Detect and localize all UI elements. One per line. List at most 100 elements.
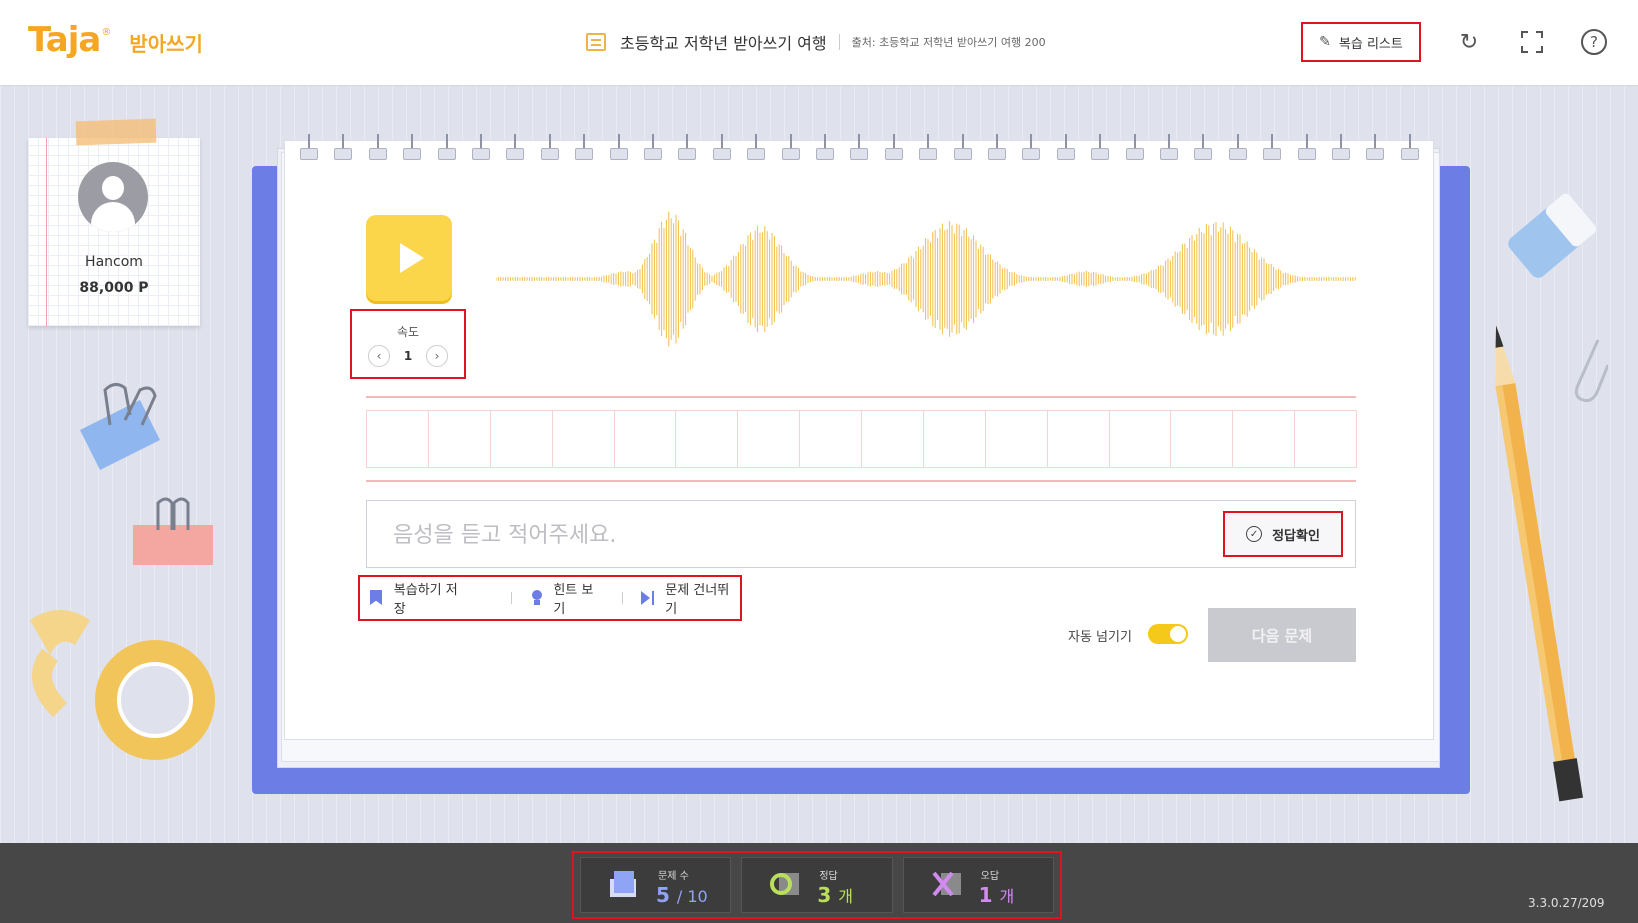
correct-value: 3 bbox=[817, 883, 832, 907]
skip-question-button[interactable]: 문제 건너뛰기 bbox=[641, 579, 740, 617]
check-answer-button[interactable]: ✓ 정답확인 bbox=[1223, 511, 1343, 557]
spiral-ring bbox=[1263, 134, 1282, 166]
logo-taja: Taja bbox=[28, 20, 101, 60]
spiral-ring bbox=[472, 134, 490, 166]
avatar bbox=[78, 162, 148, 232]
answer-cell bbox=[799, 410, 862, 468]
user-name: Hancom bbox=[85, 254, 143, 270]
review-list-label: 복습 리스트 bbox=[1338, 36, 1403, 52]
refresh-icon: ↻ bbox=[1459, 29, 1479, 55]
profile-card: Hancom 88,000 P bbox=[28, 118, 200, 326]
question-tools: 복습하기 저장 힌트 보기 문제 건너뛰기 bbox=[358, 575, 742, 621]
spiral-ring bbox=[1366, 134, 1385, 166]
answer-cell bbox=[489, 410, 553, 468]
spiral-ring bbox=[781, 134, 800, 166]
spiral-ring bbox=[1194, 134, 1213, 166]
spiral-ring bbox=[368, 134, 387, 166]
tape-decoration bbox=[75, 118, 157, 146]
answer-cell bbox=[1294, 410, 1357, 468]
spiral-ring bbox=[644, 134, 662, 166]
spiral-ring bbox=[850, 134, 869, 166]
pencil-icon bbox=[1495, 325, 1584, 802]
audio-waveform bbox=[496, 211, 1356, 347]
wrong-label: 오답 bbox=[980, 871, 1000, 882]
spiral-binding bbox=[300, 134, 1430, 168]
answer-cell bbox=[1046, 410, 1110, 468]
hint-button[interactable]: 힌트 보기 bbox=[530, 579, 605, 617]
save-review-label: 복습하기 저장 bbox=[393, 583, 458, 617]
spiral-ring bbox=[437, 134, 456, 166]
spiral-ring bbox=[747, 134, 766, 166]
spiral-ring bbox=[953, 134, 972, 166]
spiral-ring bbox=[403, 134, 422, 166]
version-label: 3.3.0.27/209 bbox=[1528, 896, 1605, 910]
spiral-ring bbox=[334, 134, 353, 166]
wrong-value: 1 bbox=[978, 883, 993, 907]
spiral-ring bbox=[1160, 134, 1178, 166]
fullscreen-button[interactable] bbox=[1518, 28, 1546, 56]
pink-binder-clip-icon bbox=[133, 497, 213, 565]
answer-cell bbox=[984, 410, 1048, 468]
check-answer-label: 정답확인 bbox=[1272, 528, 1320, 544]
answer-cell bbox=[737, 410, 801, 468]
spiral-ring bbox=[884, 134, 903, 166]
spiral-ring bbox=[540, 134, 559, 166]
blue-binder-clip-icon bbox=[80, 383, 160, 470]
document-stack-icon bbox=[610, 871, 636, 897]
auto-next-toggle[interactable] bbox=[1148, 624, 1188, 644]
bookmark-icon bbox=[370, 590, 384, 606]
review-list-button[interactable]: ✎ 복습 리스트 bbox=[1301, 22, 1421, 62]
refresh-button[interactable]: ↻ bbox=[1455, 28, 1483, 56]
spiral-ring bbox=[1400, 134, 1419, 166]
page-source: 출처: 초등학교 저학년 받아쓰기 여행 200 bbox=[851, 36, 1046, 49]
answer-input-box: ✓ 정답확인 bbox=[366, 500, 1356, 568]
answer-cell bbox=[675, 410, 739, 468]
correct-o-icon bbox=[770, 873, 800, 895]
margin-line bbox=[46, 138, 47, 326]
app-header: Taja ® 받아쓰기 초등학교 저학년 받아쓰기 여행 출처: 초등학교 저학… bbox=[0, 0, 1638, 86]
speed-increase-button[interactable]: › bbox=[426, 345, 448, 367]
logo-registered-mark: ® bbox=[101, 27, 112, 38]
answer-cell bbox=[366, 410, 429, 468]
eraser-icon bbox=[1508, 193, 1597, 278]
question-count-stat: 문제 수 5 / 10 bbox=[580, 857, 732, 913]
correct-stat: 정답 3 개 bbox=[741, 857, 893, 913]
toggle-knob bbox=[1170, 626, 1186, 642]
spiral-ring bbox=[1091, 134, 1110, 166]
question-current: 5 bbox=[656, 883, 670, 907]
answer-cell bbox=[1170, 410, 1234, 468]
wrong-unit: 개 bbox=[999, 887, 1015, 906]
spiral-ring bbox=[919, 134, 938, 166]
spiral-ring bbox=[575, 134, 594, 166]
app-name: 받아쓰기 bbox=[129, 32, 203, 56]
next-question-button[interactable]: 다음 문제 bbox=[1208, 608, 1356, 662]
lightbulb-icon bbox=[530, 590, 544, 606]
answer-cell bbox=[861, 410, 924, 468]
skip-question-label: 문제 건너뛰기 bbox=[665, 583, 730, 617]
answer-cell bbox=[427, 410, 491, 468]
spiral-ring bbox=[1056, 134, 1075, 166]
auto-next-label: 자동 넘기기 bbox=[1068, 630, 1132, 645]
spiral-ring bbox=[712, 134, 731, 166]
spiral-ring bbox=[816, 134, 834, 166]
tool-divider bbox=[510, 592, 512, 604]
edit-icon: ✎ bbox=[1319, 34, 1331, 50]
save-review-button[interactable]: 복습하기 저장 bbox=[370, 579, 469, 617]
app-logo: Taja ® 받아쓰기 bbox=[28, 20, 203, 60]
spiral-ring bbox=[506, 134, 525, 166]
play-icon bbox=[400, 243, 424, 273]
title-divider bbox=[838, 34, 840, 50]
check-circle-icon: ✓ bbox=[1246, 526, 1263, 542]
answer-input[interactable] bbox=[393, 519, 1173, 551]
speed-decrease-button[interactable]: ‹ bbox=[368, 345, 390, 367]
correct-unit: 개 bbox=[838, 887, 853, 906]
spiral-ring bbox=[609, 134, 628, 166]
help-button[interactable]: ? bbox=[1580, 28, 1608, 56]
answer-cell bbox=[922, 410, 986, 468]
page-title-area: 초등학교 저학년 받아쓰기 여행 출처: 초등학교 저학년 받아쓰기 여행 20… bbox=[586, 30, 1046, 54]
speed-label: 속도 bbox=[396, 325, 420, 339]
play-audio-button[interactable] bbox=[366, 215, 452, 301]
answer-cell bbox=[613, 410, 677, 468]
correct-label: 정답 bbox=[819, 871, 838, 882]
answer-cell bbox=[551, 410, 615, 468]
